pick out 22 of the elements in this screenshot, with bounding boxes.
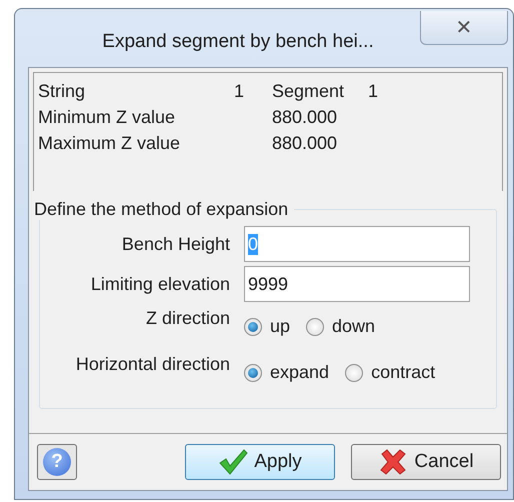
- info-value: 1: [232, 81, 244, 102]
- apply-button[interactable]: Apply: [185, 444, 335, 480]
- group-title: Define the method of expansion: [34, 199, 290, 220]
- info-value: 880.000: [271, 133, 338, 154]
- info-label: Maximum Z value: [38, 133, 182, 154]
- info-value: 880.000: [271, 107, 338, 128]
- info-label: Segment: [271, 81, 346, 102]
- radio-label: expand: [270, 362, 330, 383]
- info-label: Minimum Z value: [38, 107, 176, 128]
- option-label: Horizontal direction: [74, 354, 230, 375]
- radio-label: contract: [371, 362, 436, 383]
- cancel-button[interactable]: Cancel: [351, 444, 501, 480]
- info-value: 1: [368, 81, 380, 102]
- window-title: Expand segment by bench hei...: [101, 31, 375, 53]
- input-field[interactable]: 9999: [244, 266, 470, 302]
- info-label: String: [38, 81, 86, 102]
- radio-label: up: [270, 316, 290, 337]
- field-label: Limiting elevation: [90, 274, 230, 294]
- option-label: Z direction: [144, 308, 230, 329]
- field-label: Bench Height: [120, 234, 230, 254]
- radio-label: down: [332, 316, 376, 337]
- close-button[interactable]: ✕: [420, 11, 508, 45]
